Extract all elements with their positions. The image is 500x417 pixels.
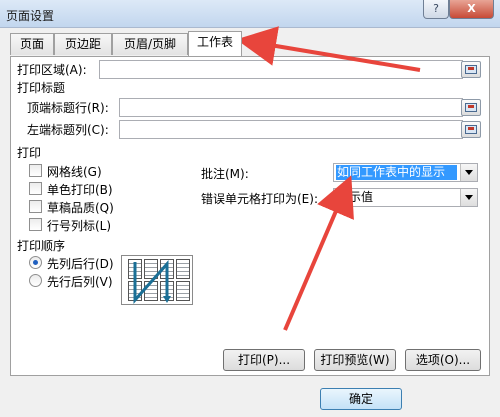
print-section-label: 打印 xyxy=(17,146,42,160)
print-area-collapse-button[interactable] xyxy=(461,61,481,78)
left-cols-label: 左端标题列(C): xyxy=(27,123,109,137)
tab-page[interactable]: 页面 xyxy=(10,33,54,55)
print-preview-button[interactable]: 打印预览(W) xyxy=(314,349,396,371)
sheet-tab-panel: 打印区域(A): 打印标题 顶端标题行(R): 左端标题列(C): 打印 网格线… xyxy=(10,56,490,376)
row-col-headings-checkbox[interactable] xyxy=(29,218,42,231)
help-button[interactable]: ? xyxy=(423,0,449,19)
cell-errors-selected-value: 显示值 xyxy=(337,190,374,204)
over-then-down-label: 先行后列(V) xyxy=(47,275,113,289)
comments-dropdown[interactable]: 如同工作表中的显示 xyxy=(333,163,478,182)
top-rows-input[interactable] xyxy=(119,98,463,117)
page-setup-dialog: 页面设置 ? X 页面 页边距 页眉/页脚 工作表 打印区域(A): 打印标题 … xyxy=(0,0,500,417)
print-area-label: 打印区域(A): xyxy=(17,63,87,77)
draft-quality-label: 草稿品质(Q) xyxy=(47,201,114,215)
print-area-input[interactable] xyxy=(99,60,463,79)
print-titles-section-label: 打印标题 xyxy=(17,81,66,95)
tab-header-footer[interactable]: 页眉/页脚 xyxy=(112,33,188,55)
black-white-checkbox[interactable] xyxy=(29,182,42,195)
top-rows-collapse-button[interactable] xyxy=(461,99,481,116)
comments-label: 批注(M): xyxy=(201,167,249,181)
chevron-down-icon[interactable] xyxy=(460,164,477,181)
down-then-over-radio[interactable] xyxy=(29,256,42,269)
cell-errors-dropdown[interactable]: 显示值 xyxy=(333,188,478,207)
gridlines-label: 网格线(G) xyxy=(47,165,102,179)
top-rows-label: 顶端标题行(R): xyxy=(27,101,109,115)
page-order-preview xyxy=(121,255,193,305)
chevron-down-icon[interactable] xyxy=(460,189,477,206)
errors-label: 错误单元格打印为(E): xyxy=(201,192,318,206)
comments-selected-value: 如同工作表中的显示 xyxy=(336,165,457,180)
left-cols-collapse-button[interactable] xyxy=(461,121,481,138)
tab-margins[interactable]: 页边距 xyxy=(54,33,112,55)
title-bar: 页面设置 ? X xyxy=(0,0,500,28)
options-button[interactable]: 选项(O)... xyxy=(405,349,481,371)
down-then-over-label: 先列后行(D) xyxy=(47,257,114,271)
close-button[interactable]: X xyxy=(449,0,494,19)
over-then-down-radio[interactable] xyxy=(29,274,42,287)
row-col-headings-label: 行号列标(L) xyxy=(47,219,112,233)
page-order-arrow-icon xyxy=(133,260,171,304)
draft-quality-checkbox[interactable] xyxy=(29,200,42,213)
dialog-title: 页面设置 xyxy=(6,9,55,23)
tab-sheet[interactable]: 工作表 xyxy=(188,31,242,56)
left-cols-input[interactable] xyxy=(119,120,463,139)
black-white-label: 单色打印(B) xyxy=(47,183,113,197)
page-order-section-label: 打印顺序 xyxy=(17,239,66,253)
gridlines-checkbox[interactable] xyxy=(29,164,42,177)
ok-button[interactable]: 确定 xyxy=(320,388,402,410)
print-button[interactable]: 打印(P)... xyxy=(223,349,305,371)
